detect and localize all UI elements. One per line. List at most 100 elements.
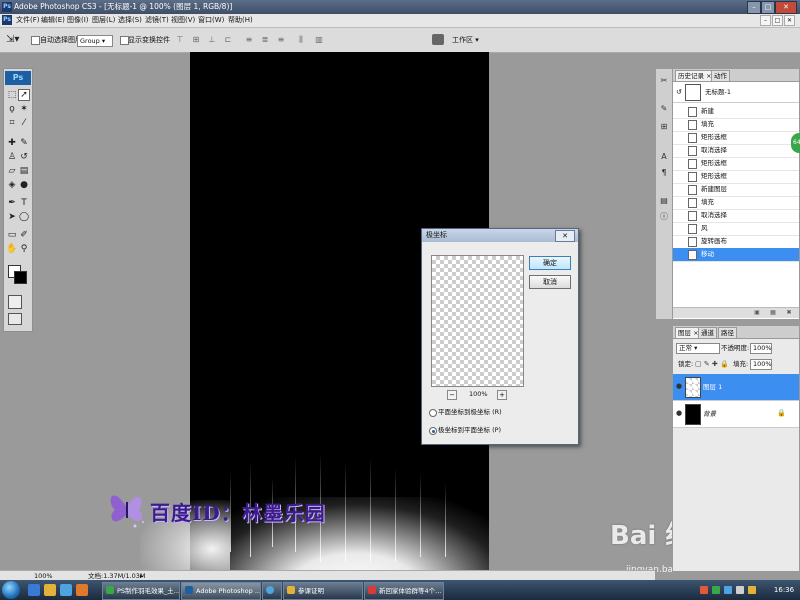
blur-icon[interactable]: ◈ xyxy=(6,179,18,191)
align-vcenter-icon[interactable]: ⊞ xyxy=(191,35,201,45)
taskbar-button[interactable] xyxy=(262,582,282,600)
start-button[interactable] xyxy=(2,581,20,599)
close-button[interactable]: ✕ xyxy=(775,1,797,14)
screen-mode-icon[interactable] xyxy=(8,313,22,325)
doc-close-button[interactable]: ✕ xyxy=(784,15,795,26)
menu-edit[interactable]: 编辑(E) xyxy=(41,14,65,27)
explorer-icon[interactable] xyxy=(44,584,56,596)
delete-state-icon[interactable]: ✖ xyxy=(785,309,793,316)
history-item[interactable]: 取消选择 xyxy=(673,144,799,158)
lock-icons[interactable]: ▢ ✎ ✚ 🔒 xyxy=(695,360,729,368)
history-item[interactable]: 填充 xyxy=(673,196,799,210)
crop-icon[interactable]: ⌗ xyxy=(6,117,18,129)
menu-layer[interactable]: 图层(L) xyxy=(92,14,115,27)
path-selection-icon[interactable]: ➤ xyxy=(6,211,18,223)
brush-icon[interactable]: ✎ xyxy=(18,137,30,149)
taskbar-button[interactable]: PS制作羽毛效果_土... xyxy=(102,582,180,600)
tray-icon[interactable] xyxy=(700,586,708,594)
menu-filter[interactable]: 滤镜(T) xyxy=(145,14,169,27)
eyedropper-icon[interactable]: ✐ xyxy=(18,229,30,241)
maximize-button[interactable]: □ xyxy=(761,1,775,14)
network-icon[interactable] xyxy=(724,586,732,594)
menu-window[interactable]: 窗口(W) xyxy=(198,14,224,27)
visibility-eye-icon[interactable]: ● xyxy=(676,383,683,390)
eraser-icon[interactable]: ▱ xyxy=(6,165,18,177)
distribute-left-icon[interactable]: ⫼ xyxy=(296,35,306,45)
lasso-icon[interactable]: ϙ xyxy=(6,103,18,115)
notes-icon[interactable]: ▭ xyxy=(6,229,18,241)
history-snapshot[interactable]: ↺ 无标题-1 xyxy=(673,82,799,103)
distribute-bottom-icon[interactable]: ≡ xyxy=(276,35,286,45)
filter-preview[interactable] xyxy=(431,255,524,387)
tab-actions[interactable]: 动作 xyxy=(711,70,730,81)
history-brush-icon[interactable]: ↺ xyxy=(18,151,30,163)
layer-row[interactable]: ● 图层 1 xyxy=(673,374,799,401)
info-icon[interactable]: ⓘ xyxy=(658,211,670,223)
ok-button[interactable]: 确定 xyxy=(529,256,571,270)
background-color-swatch[interactable] xyxy=(14,271,27,284)
clock[interactable]: 16:36 xyxy=(770,580,798,600)
menu-image[interactable]: 图像(I) xyxy=(67,14,89,27)
zoom-icon[interactable]: ⚲ xyxy=(18,243,30,255)
tool-presets-icon[interactable]: ✂ xyxy=(658,75,670,87)
fill-input[interactable]: 100% xyxy=(750,359,772,370)
tray-icon[interactable] xyxy=(712,586,720,594)
history-item[interactable]: 旋转画布 xyxy=(673,235,799,249)
history-item[interactable]: 风 xyxy=(673,222,799,236)
healing-brush-icon[interactable]: ✚ xyxy=(6,137,18,149)
type-icon[interactable]: T xyxy=(18,197,30,209)
volume-icon[interactable] xyxy=(736,586,744,594)
clone-source-icon[interactable]: ⊞ xyxy=(658,121,670,133)
align-top-icon[interactable]: ⊤ xyxy=(175,35,185,45)
workspace-menu[interactable]: 工作区 ▾ xyxy=(452,35,479,45)
history-item[interactable]: 矩形选框 xyxy=(673,131,799,145)
doc-restore-button[interactable]: □ xyxy=(772,15,783,26)
history-item[interactable]: 新建图层 xyxy=(673,183,799,197)
paragraph-icon[interactable]: ¶ xyxy=(658,167,670,179)
shape-icon[interactable]: ◯ xyxy=(18,211,30,223)
dialog-title-bar[interactable]: 极坐标 ✕ xyxy=(422,229,578,242)
distribute-top-icon[interactable]: ≡ xyxy=(244,35,254,45)
marquee-icon[interactable]: ⬚ xyxy=(6,89,18,101)
menu-view[interactable]: 视图(V) xyxy=(171,14,195,27)
visibility-eye-icon[interactable]: ● xyxy=(676,410,683,417)
brushes-icon[interactable]: ✎ xyxy=(658,103,670,115)
rect-to-polar-radio[interactable] xyxy=(429,409,437,417)
polar-to-rect-radio[interactable] xyxy=(429,427,437,435)
create-snapshot-icon[interactable]: ▦ xyxy=(769,309,777,316)
align-bottom-icon[interactable]: ⊥ xyxy=(207,35,217,45)
history-item[interactable]: 矩形选框 xyxy=(673,170,799,184)
distribute-vcenter-icon[interactable]: ≣ xyxy=(260,35,270,45)
taskbar-button[interactable]: 参课证明 xyxy=(283,582,363,600)
gradient-icon[interactable]: ▤ xyxy=(18,165,30,177)
history-item[interactable]: 取消选择 xyxy=(673,209,799,223)
history-item[interactable]: 矩形选框 xyxy=(673,157,799,171)
history-brush-source-icon[interactable]: ↺ xyxy=(676,88,682,96)
auto-select-dropdown[interactable]: Group ▾ xyxy=(77,35,113,47)
blend-mode-dropdown[interactable]: 正常 ▾ xyxy=(676,343,720,354)
clone-stamp-icon[interactable]: ♙ xyxy=(6,151,18,163)
tab-channels[interactable]: 通道 xyxy=(698,327,717,338)
bridge-icon[interactable] xyxy=(432,34,444,45)
media-icon[interactable] xyxy=(76,584,88,596)
taskbar-button[interactable]: 新回家体验群等4个... xyxy=(364,582,444,600)
history-item-selected[interactable]: 移动 xyxy=(673,248,799,262)
slice-icon[interactable]: ⁄ xyxy=(18,117,30,129)
navigator-icon[interactable]: ▤ xyxy=(658,195,670,207)
history-item[interactable]: 新建 xyxy=(673,105,799,119)
zoom-in-button[interactable]: + xyxy=(497,390,507,400)
zoom-out-button[interactable]: − xyxy=(447,390,457,400)
hand-icon[interactable]: ✋ xyxy=(6,243,18,255)
doc-minimize-button[interactable]: – xyxy=(760,15,771,26)
new-document-from-state-icon[interactable]: ▣ xyxy=(753,309,761,316)
minimize-button[interactable]: – xyxy=(747,1,761,14)
character-icon[interactable]: A xyxy=(658,151,670,163)
dodge-icon[interactable]: ● xyxy=(18,179,30,191)
pen-icon[interactable]: ✒ xyxy=(6,197,18,209)
desktop-icon[interactable] xyxy=(60,584,72,596)
taskbar-button-active[interactable]: Adobe Photoshop ... xyxy=(181,582,261,600)
menu-file[interactable]: 文件(F) xyxy=(16,14,40,27)
quick-mask-icon[interactable] xyxy=(8,295,22,309)
tab-history[interactable]: 历史记录 × xyxy=(675,70,715,81)
cancel-button[interactable]: 取消 xyxy=(529,275,571,289)
